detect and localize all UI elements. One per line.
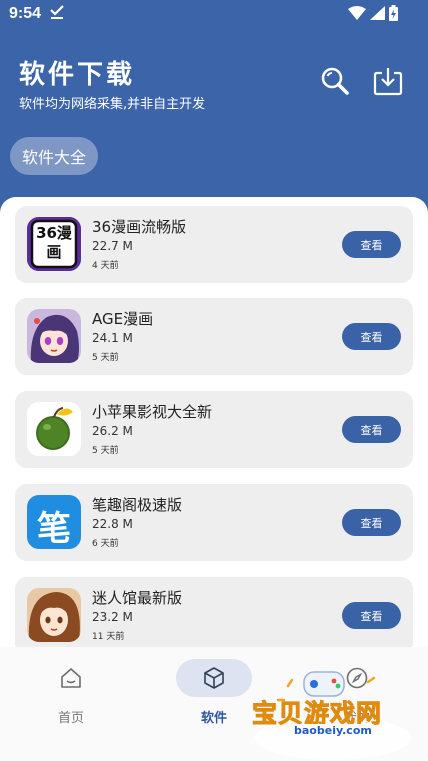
app-card[interactable]: 36漫画 36漫画流畅版 22.7 M 4 天前 查看 bbox=[15, 206, 413, 283]
app-updated-time: 4 天前 bbox=[92, 261, 119, 271]
view-button[interactable]: 查看 bbox=[342, 602, 401, 629]
app-size: 22.7 M bbox=[92, 239, 133, 253]
view-button[interactable]: 查看 bbox=[342, 416, 401, 443]
app-card[interactable]: 小苹果影视大全新 26.2 M 5 天前 查看 bbox=[15, 391, 413, 468]
nav-pill bbox=[176, 659, 252, 697]
status-icons bbox=[348, 5, 398, 21]
app-icon-label: 笔 bbox=[37, 509, 71, 549]
app-card[interactable]: 迷人馆最新版 23.2 M 11 天前 查看 bbox=[15, 577, 413, 647]
wifi-icon bbox=[348, 6, 366, 20]
battery-icon bbox=[389, 5, 398, 21]
view-button[interactable]: 查看 bbox=[342, 323, 401, 350]
nav-label: 软件 bbox=[200, 711, 227, 726]
app-screen: 9:54 软件下载 软件均为网络采集,并非自主开发 软件大全 36漫画 36漫画… bbox=[0, 0, 428, 761]
app-name: 小苹果影视大全新 bbox=[92, 403, 213, 421]
search-icon bbox=[321, 67, 349, 95]
app-updated-time: 6 天前 bbox=[92, 539, 119, 549]
app-icon-36manhua: 36漫画 bbox=[27, 217, 81, 271]
app-card[interactable]: AGE漫画 24.1 M 5 天前 查看 bbox=[15, 298, 413, 375]
download-icon bbox=[373, 68, 403, 96]
nav-item-home[interactable]: 首页 bbox=[31, 659, 111, 726]
app-card[interactable]: 笔 笔趣阁极速版 22.8 M 6 天前 查看 bbox=[15, 484, 413, 561]
app-size: 26.2 M bbox=[92, 424, 133, 438]
app-name: 迷人馆最新版 bbox=[92, 589, 183, 607]
search-button[interactable] bbox=[317, 63, 353, 99]
download-done-icon bbox=[50, 5, 64, 19]
nav-item-software[interactable]: 软件 bbox=[174, 659, 254, 726]
status-bar: 9:54 bbox=[0, 0, 428, 30]
status-time: 9:54 bbox=[9, 5, 42, 22]
cube-icon bbox=[204, 667, 224, 689]
view-button[interactable]: 查看 bbox=[342, 231, 401, 258]
category-chip[interactable]: 软件大全 bbox=[10, 137, 99, 175]
app-size: 24.1 M bbox=[92, 331, 133, 345]
app-updated-time: 5 天前 bbox=[92, 353, 119, 363]
nav-label: 首页 bbox=[57, 711, 84, 726]
download-button[interactable] bbox=[370, 63, 406, 99]
app-name: 笔趣阁极速版 bbox=[92, 496, 183, 514]
app-icon-age-manga bbox=[27, 309, 81, 363]
app-list-panel: 36漫画 36漫画流畅版 22.7 M 4 天前 查看 AGE漫画 24.1 M… bbox=[0, 197, 428, 647]
watermark: 宝贝游戏网 baobeiy.com bbox=[248, 666, 418, 761]
app-updated-time: 11 天前 bbox=[92, 632, 125, 642]
app-icon-apple bbox=[27, 402, 81, 456]
app-name: 36漫画流畅版 bbox=[92, 218, 187, 236]
app-icon-label: 36漫画 bbox=[36, 224, 72, 261]
page-title: 软件下载 bbox=[19, 60, 136, 90]
app-icon-mirenguan bbox=[27, 588, 81, 642]
app-name: AGE漫画 bbox=[92, 310, 154, 328]
page-subtitle: 软件均为网络采集,并非自主开发 bbox=[19, 97, 206, 112]
app-updated-time: 5 天前 bbox=[92, 446, 119, 456]
app-size: 22.8 M bbox=[92, 517, 133, 531]
signal-icon bbox=[370, 6, 385, 20]
watermark-url: baobeiy.com bbox=[288, 724, 378, 737]
view-button[interactable]: 查看 bbox=[342, 509, 401, 536]
home-icon bbox=[61, 668, 81, 688]
app-icon-biquge: 笔 bbox=[27, 495, 81, 549]
nav-pill bbox=[33, 659, 109, 697]
app-size: 23.2 M bbox=[92, 610, 133, 624]
